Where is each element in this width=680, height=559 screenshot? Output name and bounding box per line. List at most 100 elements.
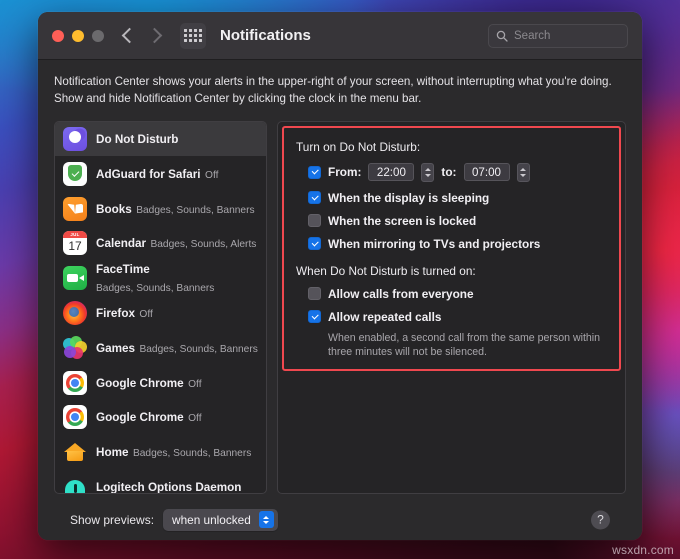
show-previews-label: Show previews: <box>70 512 155 527</box>
grid-dot <box>184 29 187 32</box>
grid-dot <box>184 39 187 42</box>
repeated-calls-note: When enabled, a second call from the sam… <box>328 331 601 359</box>
from-label: From: <box>328 165 362 180</box>
window-controls <box>52 29 104 42</box>
turned-on-heading: When Do Not Disturb is turned on: <box>296 263 476 278</box>
calendar-icon-day: 17 <box>68 239 82 254</box>
option-label: When mirroring to TVs and projectors <box>328 236 541 251</box>
close-button[interactable] <box>52 29 64 42</box>
app-name: Home <box>96 446 129 460</box>
sidebar-item-firefox[interactable]: Firefox Off <box>55 296 266 331</box>
display-sleeping-checkbox[interactable] <box>308 191 321 205</box>
option-label: Allow repeated calls <box>328 309 442 324</box>
search-input[interactable] <box>514 29 620 42</box>
app-name: Calendar <box>96 237 147 251</box>
grid-dot <box>189 39 192 42</box>
grid-dot <box>189 29 192 32</box>
window-titlebar: Notifications <box>38 12 642 60</box>
calendar-icon: JUL 17 <box>63 231 87 256</box>
sidebar-item-do-not-disturb[interactable]: Do Not Disturb <box>55 121 266 157</box>
to-label: to: <box>441 165 457 180</box>
sidebar-item-logitech-options-daemon[interactable]: Logitech Options Daemon <box>55 470 266 494</box>
sidebar-item-books[interactable]: Books Badges, Sounds, Banners <box>55 191 266 226</box>
app-name: Do Not Disturb <box>96 133 179 147</box>
option-display-sleeping[interactable]: When the display is sleeping <box>308 191 607 205</box>
show-previews-dropdown[interactable]: when unlocked <box>163 508 278 531</box>
chrome-icon <box>63 370 87 395</box>
to-time-stepper[interactable] <box>516 162 530 182</box>
sidebar-item-calendar[interactable]: JUL 17 Calendar Badges, Sounds, Alerts <box>55 226 266 261</box>
window-footer: Show previews: when unlocked ? <box>54 494 626 540</box>
allow-calls-everyone-checkbox[interactable] <box>308 287 321 301</box>
sidebar-item-home[interactable]: Home Badges, Sounds, Banners <box>55 435 266 470</box>
panes-container: Do Not Disturb AdGuard for Safari Off Bo… <box>54 120 626 494</box>
facetime-icon <box>63 266 87 291</box>
option-allow-calls-everyone[interactable]: Allow calls from everyone <box>308 287 607 301</box>
stepper-up-icon <box>520 167 526 171</box>
app-name: Games <box>96 341 135 355</box>
app-list-sidebar[interactable]: Do Not Disturb AdGuard for Safari Off Bo… <box>54 120 267 494</box>
notification-center-description: Notification Center shows your alerts in… <box>54 75 612 105</box>
turn-on-heading: Turn on Do Not Disturb: <box>296 139 421 154</box>
app-subtitle: Badges, Sounds, Banners <box>136 204 255 216</box>
firefox-icon <box>63 300 87 325</box>
app-subtitle: Off <box>188 413 202 425</box>
highlight-rectangle: Turn on Do Not Disturb: From: to: <box>282 125 621 371</box>
do-not-disturb-settings-pane: Turn on Do Not Disturb: From: to: <box>277 120 626 494</box>
forward-arrow-icon[interactable] <box>146 27 163 44</box>
sidebar-item-games[interactable]: Games Badges, Sounds, Banners <box>55 330 266 365</box>
stepper-down-icon <box>520 173 526 177</box>
help-button[interactable]: ? <box>591 510 610 530</box>
app-name: AdGuard for Safari <box>96 167 201 181</box>
app-name: Firefox <box>96 307 135 321</box>
minimize-button[interactable] <box>72 29 84 42</box>
app-subtitle: Off <box>205 169 219 181</box>
option-allow-repeated-calls[interactable]: Allow repeated calls <box>308 310 607 324</box>
sidebar-item-google-chrome-2[interactable]: Google Chrome Off <box>55 400 266 435</box>
from-time-input[interactable] <box>368 163 415 182</box>
chrome-icon <box>63 405 87 430</box>
app-subtitle: Off <box>139 309 153 321</box>
books-icon <box>63 196 87 221</box>
show-previews-value: when unlocked <box>172 512 251 527</box>
search-box[interactable] <box>488 23 628 48</box>
option-label: Allow calls from everyone <box>328 286 474 301</box>
app-name: Google Chrome <box>96 376 184 390</box>
back-arrow-icon[interactable] <box>121 27 138 44</box>
schedule-row[interactable]: From: to: <box>308 162 607 182</box>
sidebar-item-adguard-for-safari[interactable]: AdGuard for Safari Off <box>55 156 266 191</box>
app-name: Google Chrome <box>96 411 184 425</box>
option-screen-locked[interactable]: When the screen is locked <box>308 214 607 228</box>
to-time-input[interactable] <box>463 163 510 182</box>
screen-locked-checkbox[interactable] <box>308 214 321 228</box>
search-icon <box>496 30 508 42</box>
option-label: When the screen is locked <box>328 213 477 228</box>
maximize-button[interactable] <box>92 29 104 42</box>
window-title: Notifications <box>220 27 311 44</box>
from-time-stepper[interactable] <box>421 162 435 182</box>
app-subtitle: Badges, Sounds, Banners <box>132 448 252 460</box>
app-subtitle: Badges, Sounds, Banners <box>139 343 258 355</box>
logitech-icon <box>63 475 87 493</box>
grid-dot <box>184 34 187 37</box>
schedule-checkbox[interactable] <box>308 165 321 179</box>
app-name: FaceTime <box>96 263 150 277</box>
stepper-down-icon <box>424 173 431 177</box>
grid-dot <box>194 34 197 37</box>
app-name: Books <box>96 202 132 216</box>
grid-dot <box>199 34 202 37</box>
notifications-preferences-window: Notifications Notification Center shows … <box>38 12 642 540</box>
sidebar-item-facetime[interactable]: FaceTime Badges, Sounds, Banners <box>55 261 266 296</box>
home-icon <box>63 440 87 464</box>
show-all-grid-icon[interactable] <box>180 22 206 49</box>
mirroring-checkbox[interactable] <box>308 237 321 251</box>
do-not-disturb-icon <box>63 126 87 151</box>
stepper-up-icon <box>424 167 431 171</box>
sidebar-item-google-chrome[interactable]: Google Chrome Off <box>55 365 266 400</box>
grid-dot <box>189 34 192 37</box>
app-name: Logitech Options Daemon <box>96 481 242 494</box>
option-mirroring[interactable]: When mirroring to TVs and projectors <box>308 237 607 251</box>
window-body: Notification Center shows your alerts in… <box>38 60 642 540</box>
app-subtitle: Badges, Sounds, Alerts <box>150 239 257 251</box>
allow-repeated-calls-checkbox[interactable] <box>308 310 321 324</box>
